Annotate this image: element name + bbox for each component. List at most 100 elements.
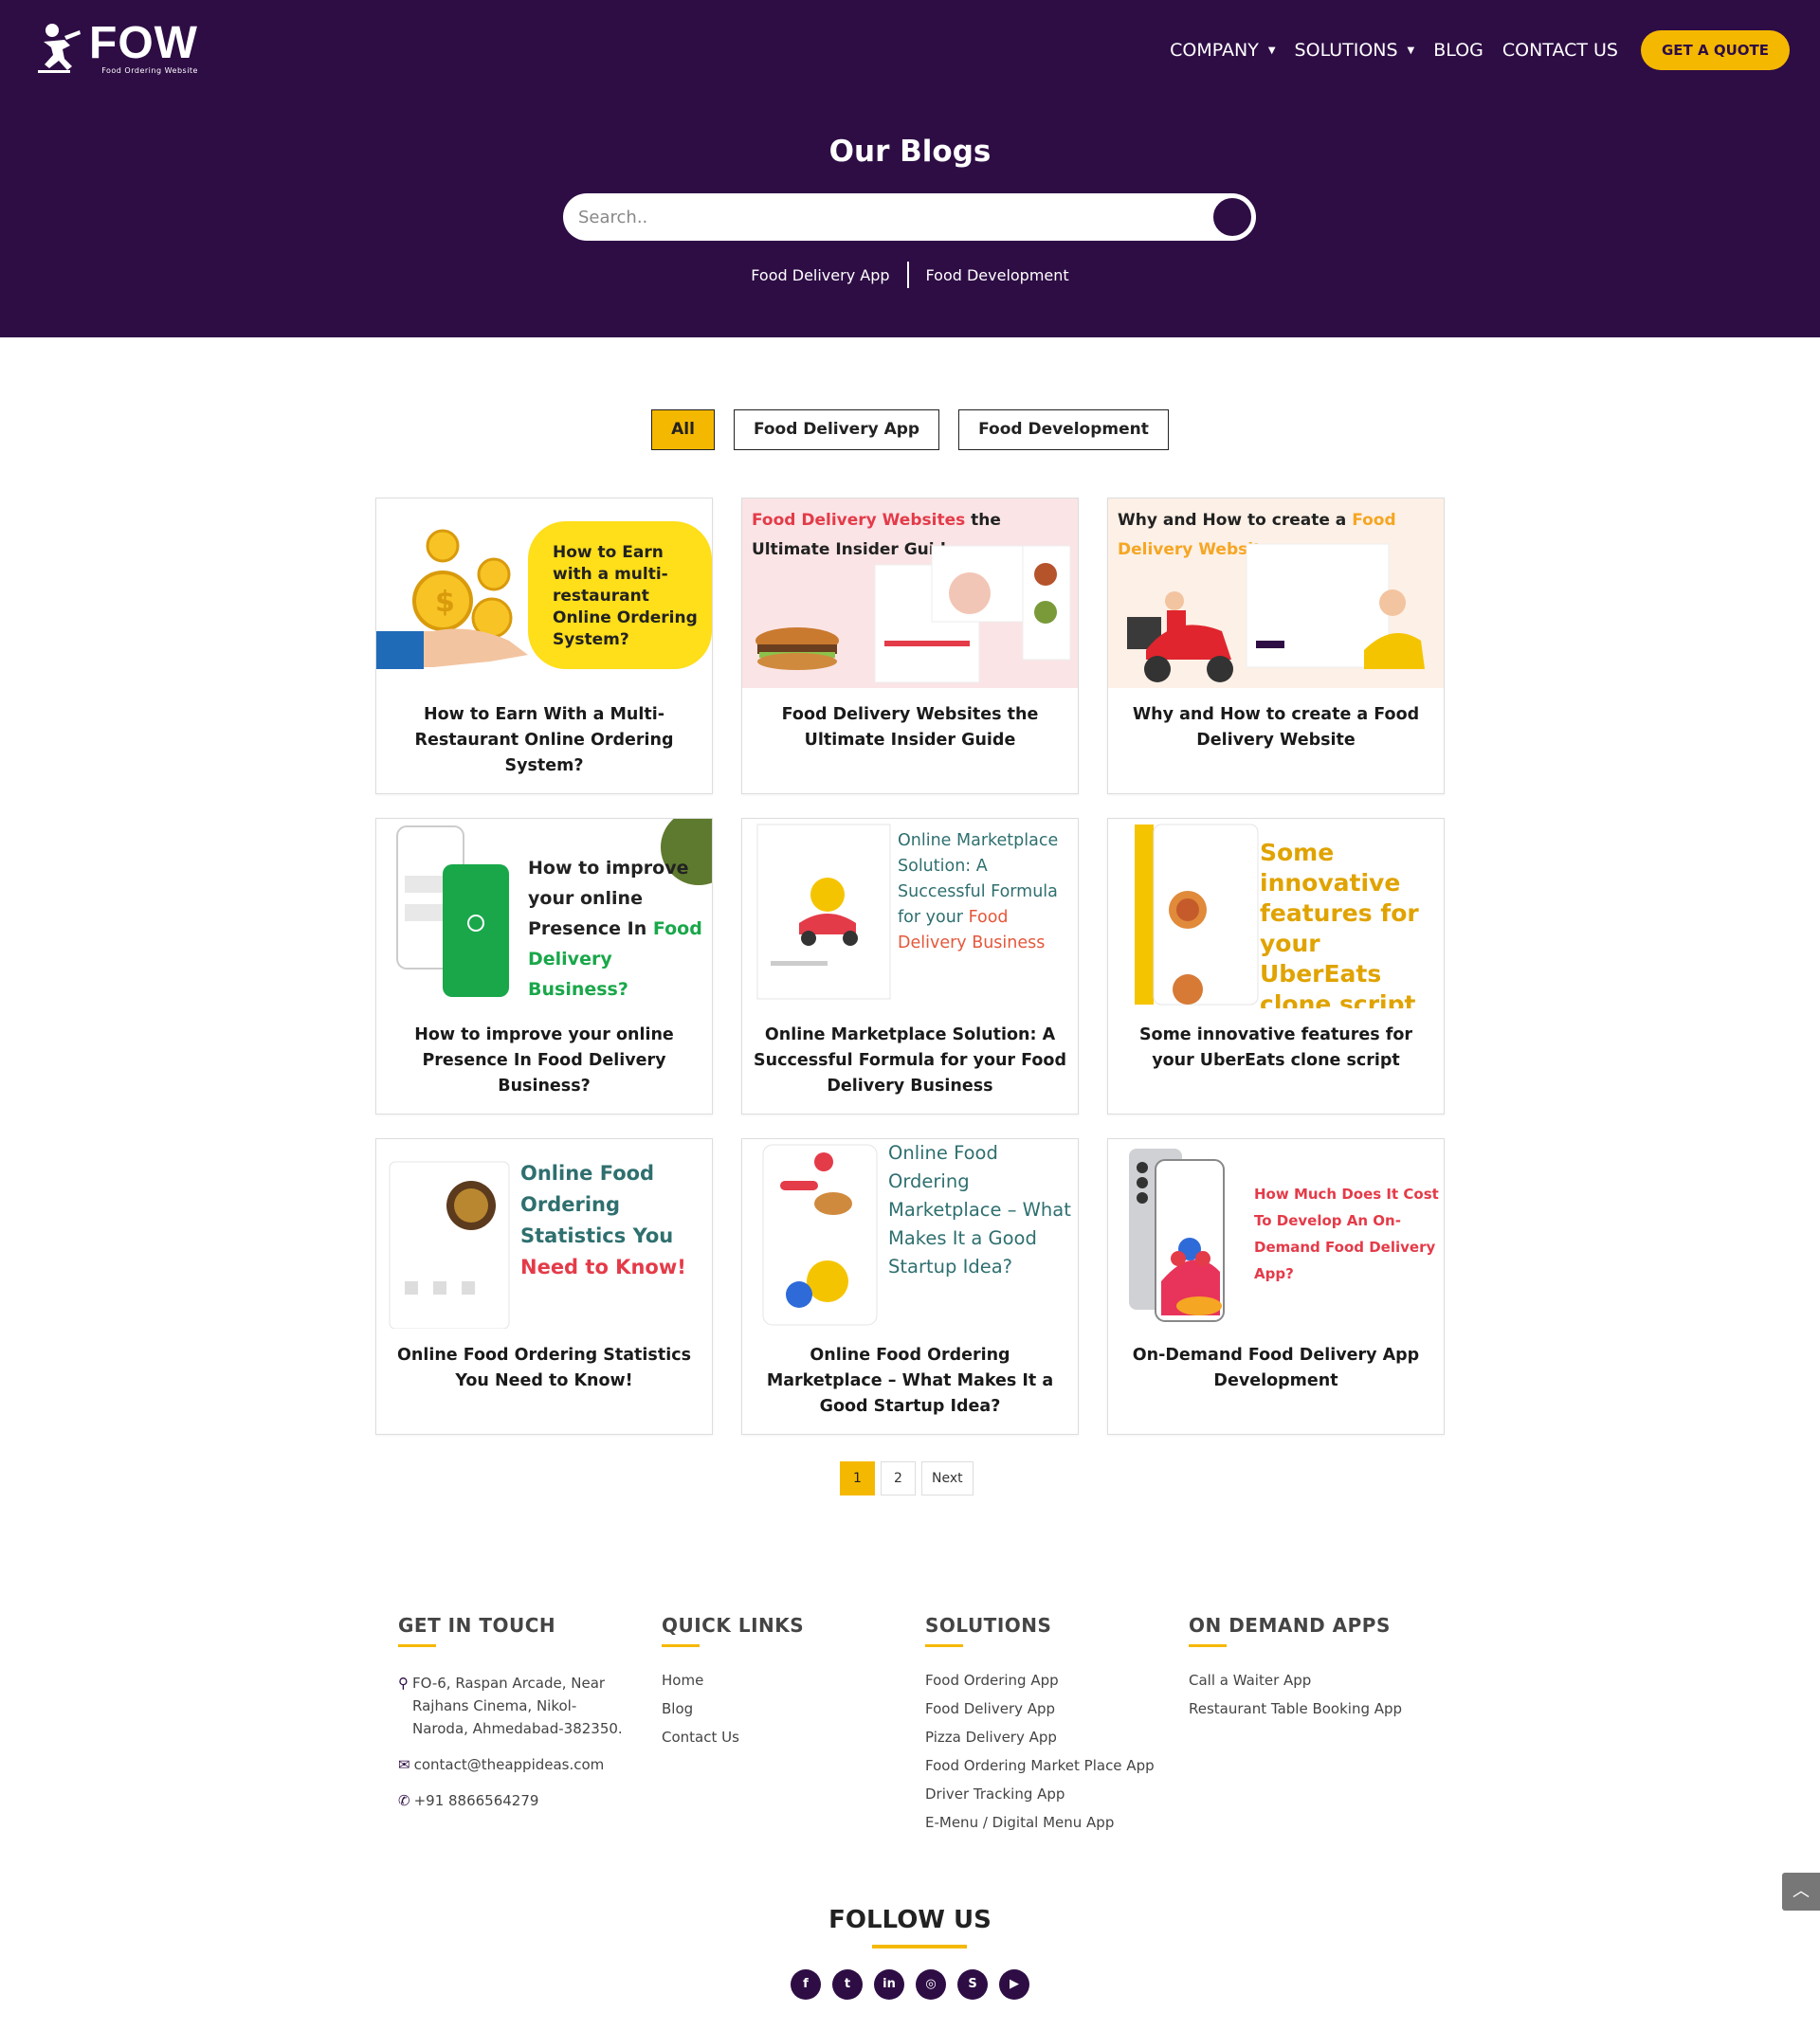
linkedin-icon[interactable]: in	[874, 1969, 904, 2000]
thumbnail-caption: Some innovative features for your UberEa…	[1260, 839, 1419, 1008]
blog-card-title: How to Earn With a Multi-Restaurant Onli…	[414, 705, 674, 775]
page-1-button[interactable]: 1	[840, 1461, 875, 1495]
blog-card[interactable]: Why and How to create a Food Delivery We…	[1107, 498, 1445, 794]
nav-solutions[interactable]: SOLUTIONS ▼	[1295, 40, 1415, 61]
logo[interactable]: FOW Food Ordering Website	[36, 17, 198, 76]
phone-icon: ✆	[398, 1792, 410, 1809]
blog-card[interactable]: How Much Does It Cost To Develop An On-D…	[1107, 1138, 1445, 1435]
thumbnail-caption: Online Food Ordering Marketplace – What …	[888, 1142, 1071, 1278]
nav-contact-us[interactable]: CONTACT US	[1502, 40, 1618, 61]
blog-thumbnail: Food Delivery Websites the Ultimate Insi…	[742, 498, 1078, 688]
phone-text: +91 8866564279	[413, 1792, 539, 1809]
thumbnail-caption: How to Earn with a multi-restaurant Onli…	[553, 543, 698, 649]
burger-website-illustration	[755, 545, 1071, 683]
email-line[interactable]: ✉ contact@theappideas.com	[398, 1753, 626, 1776]
facebook-icon[interactable]: f	[791, 1969, 821, 2000]
nav-blog[interactable]: BLOG	[1433, 40, 1483, 61]
map-pin-icon: ⚲	[398, 1675, 409, 1692]
hero-categories: Food Delivery App Food Development	[0, 262, 1820, 288]
thumbnail-caption: Online Marketplace Solution: A Successfu…	[898, 828, 1074, 956]
footer-on-demand-apps: ON DEMAND APPS Call a Waiter App Restaur…	[1189, 1614, 1435, 1729]
thumbnail-highlight: Need to Know!	[520, 1256, 686, 1278]
heading-underline	[662, 1644, 700, 1647]
twitter-icon[interactable]: t	[832, 1969, 863, 2000]
footer-heading: ON DEMAND APPS	[1189, 1614, 1391, 1637]
footer-get-in-touch: GET IN TOUCH ⚲ FO-6, Raspan Arcade, Near…	[398, 1614, 626, 1825]
heading-underline	[398, 1644, 436, 1647]
address-text: FO-6, Raspan Arcade, Near Rajhans Cinema…	[412, 1675, 623, 1737]
footer-link-market-place-app[interactable]: Food Ordering Market Place App	[925, 1757, 1162, 1774]
blog-card[interactable]: $ How to Earn with a multi-restaurant On…	[375, 498, 713, 794]
nav-company-label: COMPANY	[1170, 40, 1259, 61]
blog-card-title: Online Food Ordering Statistics You Need…	[397, 1346, 691, 1390]
footer-link-food-delivery-app[interactable]: Food Delivery App	[925, 1700, 1162, 1717]
footer-link-pizza-delivery-app[interactable]: Pizza Delivery App	[925, 1729, 1162, 1746]
footer-link-home[interactable]: Home	[662, 1672, 889, 1689]
blog-card-title: On-Demand Food Delivery App Development	[1132, 1346, 1420, 1390]
nav-contact-label: CONTACT US	[1502, 40, 1618, 61]
blog-card-title: Online Marketplace Solution: A Successfu…	[754, 1025, 1066, 1096]
blog-card[interactable]: Online Food Ordering Marketplace – What …	[741, 1138, 1079, 1435]
blog-card[interactable]: Online Marketplace Solution: A Successfu…	[741, 818, 1079, 1115]
page-2-button[interactable]: 2	[881, 1461, 916, 1495]
main-nav: COMPANY ▼ SOLUTIONS ▼ BLOG CONTACT US GE…	[1170, 30, 1790, 70]
email-text: contact@theappideas.com	[413, 1756, 605, 1773]
skype-icon[interactable]: S	[957, 1969, 988, 2000]
next-page-button[interactable]: Next	[921, 1461, 974, 1495]
blog-card-title: Online Food Ordering Marketplace – What …	[766, 1346, 1054, 1416]
footer-link-contact-us[interactable]: Contact Us	[662, 1729, 889, 1746]
blog-card[interactable]: Some innovative features for your UberEa…	[1107, 818, 1445, 1115]
blog-thumbnail: Online Food Ordering Marketplace – What …	[742, 1139, 1078, 1329]
svg-text:$: $	[435, 586, 455, 619]
pagination: 1 2 Next	[840, 1461, 979, 1495]
follow-us-heading: FOLLOW US	[828, 1906, 992, 1934]
footer-quick-links: QUICK LINKS Home Blog Contact Us	[662, 1614, 889, 1757]
search-input[interactable]	[578, 202, 1166, 232]
blog-thumbnail: Online Marketplace Solution: A Successfu…	[742, 819, 1078, 1008]
chevron-up-icon: ︿	[1793, 1881, 1810, 1901]
footer-solutions: SOLUTIONS Food Ordering App Food Deliver…	[925, 1614, 1162, 1842]
blog-thumbnail: How to improve your online Presence In F…	[376, 819, 712, 1008]
logo-wordmark: FOW	[89, 17, 198, 68]
blog-thumbnail: Online Food Ordering Statistics You Need…	[376, 1139, 712, 1329]
thumbnail-text: Online Food Ordering Statistics You	[520, 1162, 674, 1247]
footer-link-e-menu-app[interactable]: E-Menu / Digital Menu App	[925, 1814, 1162, 1831]
footer-link-driver-tracking-app[interactable]: Driver Tracking App	[925, 1785, 1162, 1803]
scroll-to-top-button[interactable]: ︿	[1782, 1873, 1820, 1911]
footer-link-table-booking-app[interactable]: Restaurant Table Booking App	[1189, 1700, 1435, 1717]
filter-food-development[interactable]: Food Development	[958, 409, 1169, 450]
blog-card-title: Why and How to create a Food Delivery We…	[1132, 705, 1420, 750]
filter-tabs: All Food Delivery App Food Development	[0, 409, 1820, 450]
filter-food-delivery-app[interactable]: Food Delivery App	[733, 409, 940, 450]
search-button[interactable]	[1210, 195, 1254, 239]
hero-category-food-development[interactable]: Food Development	[909, 266, 1086, 284]
footer-link-call-a-waiter-app[interactable]: Call a Waiter App	[1189, 1672, 1435, 1689]
heading-underline	[925, 1644, 963, 1647]
filter-all[interactable]: All	[651, 409, 715, 450]
caret-down-icon: ▼	[1407, 45, 1415, 56]
scooter-delivery-illustration	[1127, 543, 1425, 682]
youtube-icon[interactable]: ▶	[999, 1969, 1029, 2000]
footer-link-food-ordering-app[interactable]: Food Ordering App	[925, 1672, 1162, 1689]
blog-card[interactable]: How to improve your online Presence In F…	[375, 818, 713, 1115]
phone-line[interactable]: ✆ +91 8866564279	[398, 1789, 626, 1812]
blog-card[interactable]: Online Food Ordering Statistics You Need…	[375, 1138, 713, 1435]
hero-category-food-delivery-app[interactable]: Food Delivery App	[734, 266, 906, 284]
nav-company[interactable]: COMPANY ▼	[1170, 40, 1275, 61]
nav-solutions-label: SOLUTIONS	[1294, 40, 1398, 61]
blog-card-title: Some innovative features for your UberEa…	[1138, 1025, 1413, 1070]
address-line: ⚲ FO-6, Raspan Arcade, Near Rajhans Cine…	[398, 1672, 626, 1740]
instagram-icon[interactable]: ◎	[916, 1969, 946, 2000]
hero-header: FOW Food Ordering Website COMPANY ▼ SOLU…	[0, 0, 1820, 337]
footer-heading: QUICK LINKS	[662, 1614, 805, 1637]
get-a-quote-button[interactable]: GET A QUOTE	[1640, 30, 1790, 70]
caret-down-icon: ▼	[1267, 45, 1276, 56]
footer-link-blog[interactable]: Blog	[662, 1700, 889, 1717]
blog-card-title: Food Delivery Websites the Ultimate Insi…	[781, 705, 1039, 750]
logo-subtitle: Food Ordering Website	[101, 65, 198, 75]
heading-underline	[872, 1945, 967, 1948]
blog-thumbnail: How Much Does It Cost To Develop An On-D…	[1108, 1139, 1444, 1329]
social-links: f t in ◎ S ▶	[0, 1969, 1820, 2000]
nav-blog-label: BLOG	[1433, 40, 1483, 61]
blog-card[interactable]: Food Delivery Websites the Ultimate Insi…	[741, 498, 1079, 794]
